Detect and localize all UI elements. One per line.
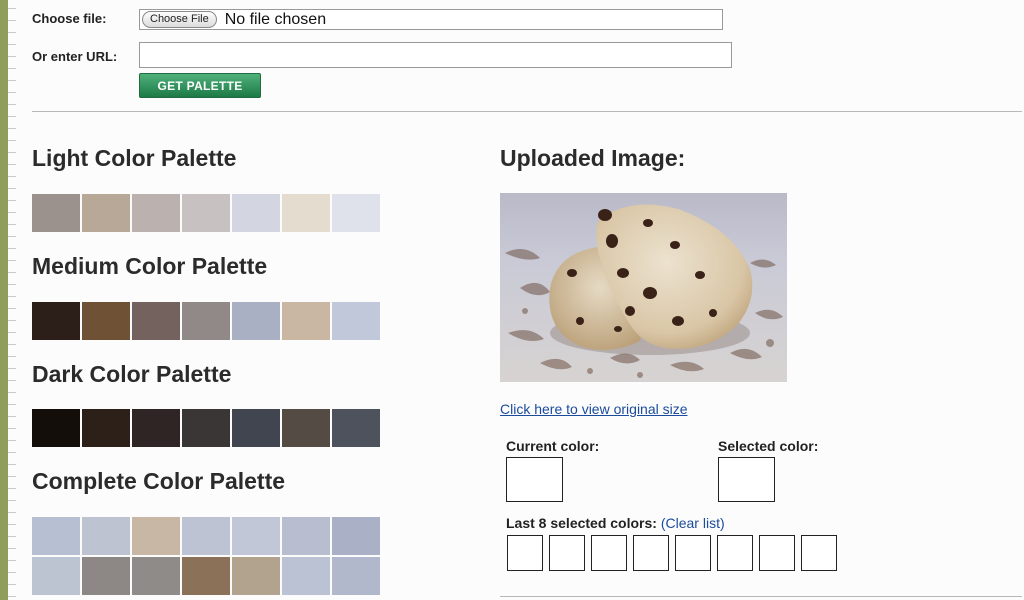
left-tick-marks <box>8 0 22 600</box>
selected-color-slot-8[interactable] <box>801 535 837 571</box>
clear-list-link[interactable]: Clear list <box>666 515 720 531</box>
color-swatch[interactable] <box>32 302 80 340</box>
selected-color-slot-1[interactable] <box>507 535 543 571</box>
file-status-text: No file chosen <box>224 10 327 28</box>
file-input[interactable]: Choose File No file chosen <box>139 9 723 30</box>
color-swatch[interactable] <box>182 517 230 555</box>
color-swatch[interactable] <box>332 557 380 595</box>
complete-palette-row-1 <box>32 517 380 555</box>
color-swatch[interactable] <box>82 557 130 595</box>
last-selected-text: Last 8 selected colors: <box>506 515 657 531</box>
color-swatch[interactable] <box>32 517 80 555</box>
url-row: Or enter URL: <box>32 49 117 64</box>
current-color-label: Current color: <box>506 438 600 454</box>
selected-color-slot-2[interactable] <box>549 535 585 571</box>
color-swatch[interactable] <box>332 517 380 555</box>
color-swatch[interactable] <box>182 194 230 232</box>
color-swatch[interactable] <box>132 517 180 555</box>
clear-paren-close: ) <box>719 515 725 531</box>
selected-color-slot-7[interactable] <box>759 535 795 571</box>
color-swatch[interactable] <box>32 409 80 447</box>
color-swatch[interactable] <box>232 194 280 232</box>
url-label: Or enter URL: <box>32 49 118 64</box>
color-swatch[interactable] <box>232 409 280 447</box>
selected-color-slot-3[interactable] <box>591 535 627 571</box>
color-swatch[interactable] <box>32 557 80 595</box>
complete-palette-row-2 <box>32 557 380 595</box>
dark-palette <box>32 409 380 447</box>
left-border-decoration <box>0 0 8 600</box>
current-color-swatch <box>506 457 563 502</box>
cookie-photo <box>500 193 787 382</box>
complete-palette-title: Complete Color Palette <box>32 468 286 494</box>
bottom-divider <box>500 596 1022 597</box>
color-swatch[interactable] <box>132 557 180 595</box>
selected-color-slot-6[interactable] <box>717 535 753 571</box>
selected-color-label: Selected color: <box>718 438 819 454</box>
color-swatch[interactable] <box>282 302 330 340</box>
color-swatch[interactable] <box>82 517 130 555</box>
medium-palette-title: Medium Color Palette <box>32 253 268 279</box>
choose-file-button[interactable]: Choose File <box>142 11 217 28</box>
color-swatch[interactable] <box>82 409 130 447</box>
color-swatch[interactable] <box>282 409 330 447</box>
uploaded-image-title: Uploaded Image: <box>500 145 686 171</box>
get-palette-button[interactable]: GET PALETTE <box>139 73 261 98</box>
color-swatch[interactable] <box>182 409 230 447</box>
color-swatch[interactable] <box>32 194 80 232</box>
color-swatch[interactable] <box>132 409 180 447</box>
color-swatch[interactable] <box>282 194 330 232</box>
color-swatch[interactable] <box>182 302 230 340</box>
medium-palette <box>32 302 380 340</box>
url-input[interactable] <box>139 42 732 68</box>
color-swatch[interactable] <box>232 302 280 340</box>
color-swatch[interactable] <box>132 194 180 232</box>
color-swatch[interactable] <box>132 302 180 340</box>
color-swatch[interactable] <box>82 302 130 340</box>
color-swatch[interactable] <box>332 194 380 232</box>
last-selected-label: Last 8 selected colors: (Clear list) <box>506 515 725 531</box>
color-swatch[interactable] <box>282 557 330 595</box>
color-swatch[interactable] <box>232 517 280 555</box>
selected-color-slot-5[interactable] <box>675 535 711 571</box>
view-original-size-link[interactable]: Click here to view original size <box>500 401 688 417</box>
light-palette-title: Light Color Palette <box>32 145 237 171</box>
color-swatch[interactable] <box>232 557 280 595</box>
color-swatch[interactable] <box>332 409 380 447</box>
file-row: Choose file: <box>32 11 106 26</box>
color-swatch[interactable] <box>332 302 380 340</box>
file-label: Choose file: <box>32 11 107 26</box>
color-swatch[interactable] <box>182 557 230 595</box>
color-swatch[interactable] <box>82 194 130 232</box>
selected-color-swatch <box>718 457 775 502</box>
dark-palette-title: Dark Color Palette <box>32 361 232 387</box>
light-palette <box>32 194 380 232</box>
divider <box>32 111 1022 112</box>
selected-color-slot-4[interactable] <box>633 535 669 571</box>
uploaded-image[interactable] <box>500 193 787 382</box>
color-swatch[interactable] <box>282 517 330 555</box>
last-selected-colors <box>507 535 837 571</box>
